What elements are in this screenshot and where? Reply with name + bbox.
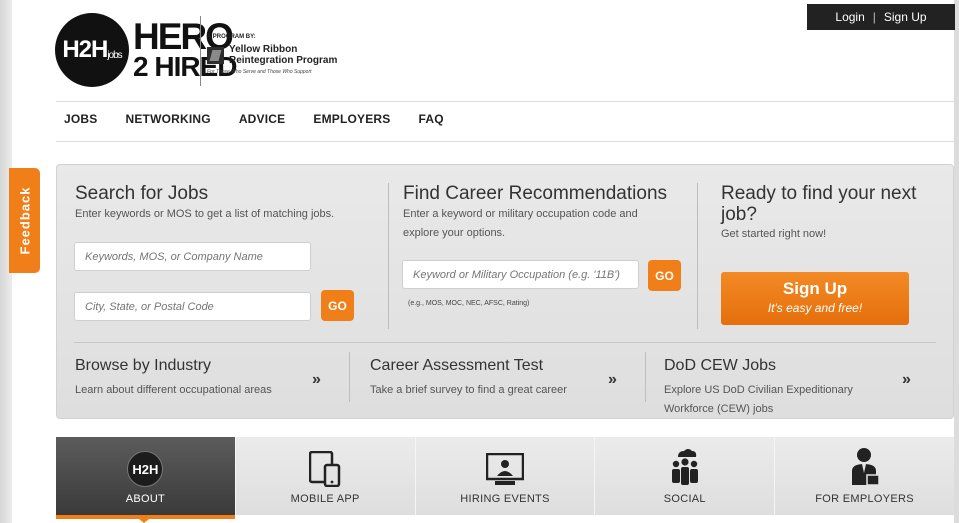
program-by-label: A PROGRAM BY: [207, 34, 256, 40]
career-go-button[interactable]: GO [648, 260, 681, 291]
tab-hiring-events[interactable]: HIRING EVENTS [415, 437, 596, 515]
nav-faq[interactable]: FAQ [419, 112, 444, 126]
program-name: Yellow Ribbon Reintegration Program [229, 44, 337, 66]
career-recommend-section: Find Career Recommendations Enter a keyw… [403, 183, 667, 243]
signup-button-sub: It's easy and free! [767, 301, 863, 315]
feature-tabs: H2H ABOUT MOBILE APP HIRING EVENTS SOCIA… [56, 437, 954, 515]
presenter-screen-icon [485, 453, 524, 485]
occupation-input[interactable] [402, 260, 639, 289]
search-jobs-title: Search for Jobs [75, 183, 209, 204]
search-jobs-section: Search for Jobs Enter keywords or MOS to… [75, 183, 334, 224]
yellow-ribbon-emblem-icon [207, 46, 224, 64]
login-link[interactable]: Login [835, 10, 864, 24]
tab-for-employers-label: FOR EMPLOYERS [815, 493, 914, 505]
signup-button-label: Sign Up [782, 279, 848, 298]
signup-button[interactable]: Sign Up It's easy and free! [721, 272, 909, 325]
location-input[interactable] [74, 292, 311, 321]
nav-advice[interactable]: ADVICE [239, 112, 286, 126]
logo-circle: H2H jobs [55, 13, 129, 87]
signup-link[interactable]: Sign Up [884, 10, 927, 24]
ready-title: Ready to find your next job? [721, 183, 916, 225]
logo-circle-text: H2H [62, 36, 108, 63]
tab-mobile-app[interactable]: MOBILE APP [235, 437, 416, 515]
people-cloud-icon [671, 449, 698, 485]
tab-hiring-events-label: HIRING EVENTS [460, 493, 550, 505]
auth-bar: Login | Sign Up [807, 4, 955, 30]
feedback-tab[interactable]: Feedback [9, 168, 40, 273]
career-desc-line1: Enter a keyword or military occupation c… [403, 208, 638, 220]
career-assessment-arrow-icon[interactable]: » [608, 371, 617, 389]
dod-cew-arrow-icon[interactable]: » [902, 371, 911, 389]
tab-social[interactable]: SOCIAL [595, 437, 776, 515]
tab-mobile-app-label: MOBILE APP [290, 493, 360, 505]
program-sponsor: A PROGRAM BY: Yellow Ribbon Reintegratio… [200, 16, 337, 86]
active-tab-caret-icon [139, 519, 149, 523]
ready-title-line2: job? [721, 204, 757, 225]
tab-social-label: SOCIAL [663, 493, 706, 505]
nav-employers[interactable]: EMPLOYERS [313, 112, 390, 126]
businessman-icon [851, 448, 880, 486]
ready-section: Ready to find your next job? Get started… [721, 183, 916, 244]
ready-title-line1: Ready to find your next [721, 183, 917, 204]
nav-divider [56, 141, 954, 142]
dod-cew-title: DoD CEW Jobs [664, 357, 777, 374]
nav-networking[interactable]: NETWORKING [125, 112, 210, 126]
browse-industry-link[interactable]: Browse by Industry Learn about different… [75, 357, 272, 400]
tab-about-label: ABOUT [125, 493, 166, 505]
h2h-logo-icon: H2H [127, 451, 164, 487]
right-edge-shadow [954, 0, 959, 523]
header-divider [56, 101, 954, 102]
search-panel: Search for Jobs Enter keywords or MOS to… [56, 164, 954, 419]
career-assessment-title: Career Assessment Test [370, 357, 544, 374]
column-divider-1 [388, 183, 389, 329]
ready-desc: Get started right now! [721, 228, 827, 240]
nav-jobs[interactable]: JOBS [64, 112, 97, 126]
dod-cew-jobs-link[interactable]: DoD CEW Jobs Explore US DoD Civilian Exp… [664, 357, 853, 419]
browse-industry-title: Browse by Industry [75, 357, 212, 374]
browse-divider-1 [349, 352, 350, 402]
keywords-input[interactable] [74, 242, 311, 271]
career-title: Find Career Recommendations [403, 183, 668, 204]
career-assessment-desc: Take a brief survey to find a great care… [370, 384, 567, 396]
program-tagline: For Those Who Serve and Those Who Suppor… [207, 69, 312, 75]
search-go-button[interactable]: GO [321, 290, 354, 321]
tab-for-employers[interactable]: FOR EMPLOYERS [775, 437, 954, 515]
main-nav: JOBS NETWORKING ADVICE EMPLOYERS FAQ [64, 112, 472, 126]
browse-industry-desc: Learn about different occupational areas [75, 384, 272, 396]
auth-separator: | [872, 10, 876, 24]
tab-about[interactable]: H2H ABOUT [56, 437, 236, 515]
mobile-devices-icon [309, 451, 341, 487]
career-assessment-link[interactable]: Career Assessment Test Take a brief surv… [370, 357, 567, 400]
column-divider-2 [697, 183, 698, 329]
feedback-label: Feedback [17, 186, 33, 255]
browse-divider-2 [645, 352, 646, 402]
occupation-hint: (e.g., MOS, MOC, NEC, AFSC, Rating) [408, 300, 530, 307]
dod-cew-desc-line1: Explore US DoD Civilian Expeditionary [664, 384, 853, 396]
dod-cew-desc-line2: Workforce (CEW) jobs [664, 403, 774, 415]
browse-industry-arrow-icon[interactable]: » [312, 371, 321, 389]
search-jobs-desc: Enter keywords or MOS to get a list of m… [75, 208, 335, 220]
program-name-line1: Yellow Ribbon [229, 44, 298, 55]
program-name-line2: Reintegration Program [229, 55, 338, 66]
panel-divider [74, 342, 936, 343]
logo-circle-sub: jobs [107, 49, 122, 61]
career-desc-line2: explore your options. [403, 227, 506, 239]
